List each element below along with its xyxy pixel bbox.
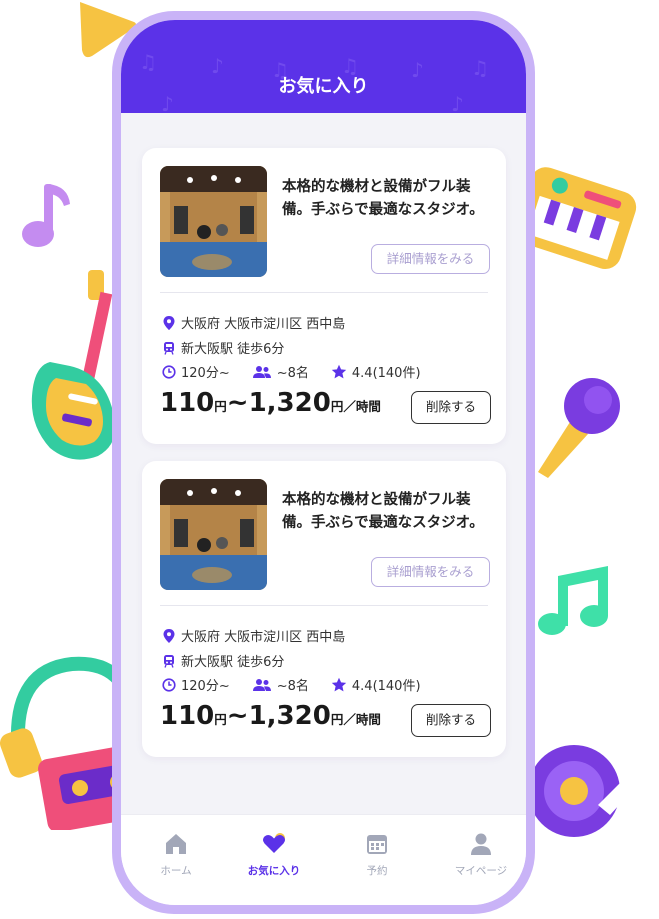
price-separator: ~ — [226, 701, 249, 731]
info-row: 120分~ ~8名 4.4(140件) — [162, 675, 492, 694]
location-row: 大阪府 大阪市淀川区 西中島 — [162, 626, 345, 645]
station-text: 新大阪駅 徒歩6分 — [181, 655, 285, 670]
tab-home[interactable]: ホーム — [136, 831, 216, 878]
clock-icon — [162, 677, 176, 692]
music-note-icon — [22, 184, 70, 247]
price-max: 1,320 — [248, 388, 331, 418]
record-player-icon — [528, 745, 648, 837]
price-unit: 円 — [214, 399, 227, 414]
star-icon — [331, 364, 347, 378]
tab-favorites[interactable]: お気に入り — [234, 831, 314, 878]
user-icon — [471, 833, 491, 855]
header-pattern: ♫ ♪ ♫ ♫ ♪ ♫ ♪ ♪ — [139, 50, 489, 116]
info-row: 120分~ ~8名 4.4(140件) — [162, 362, 492, 381]
studio-description: 本格的な機材と設備がフル装備。手ぶらで最適なスタジオ。 — [282, 179, 484, 218]
divider — [160, 292, 488, 293]
duration-text: 120分~ — [181, 366, 230, 381]
tab-label: お気に入り — [247, 865, 301, 877]
home-icon — [166, 834, 186, 854]
duration-text: 120分~ — [181, 679, 230, 694]
studio-card[interactable]: 本格的な機材と設備がフル装備。手ぶらで最適なスタジオ。 詳細情報をみる 大阪府 … — [142, 461, 506, 757]
page-title: お気に入り — [278, 76, 369, 97]
delete-button[interactable]: 削除する — [411, 391, 491, 424]
price-separator: ~ — [226, 388, 249, 418]
location-text: 大阪府 大阪市淀川区 西中島 — [181, 630, 346, 645]
station-row: 新大阪駅 徒歩6分 — [162, 651, 284, 670]
price-max: 1,320 — [248, 701, 331, 731]
location-pin-icon — [163, 315, 175, 330]
price: 110円~1,320円／時間 — [160, 388, 381, 418]
price-unit: 円 — [214, 712, 227, 727]
location-text: 大阪府 大阪市淀川区 西中島 — [181, 317, 346, 332]
people-icon — [252, 365, 271, 378]
music-note-icon — [538, 566, 608, 635]
studio-thumbnail[interactable] — [160, 166, 267, 277]
capacity-text: ~8名 — [276, 366, 309, 381]
star-icon — [331, 677, 347, 691]
tab-mypage[interactable]: マイページ — [441, 831, 521, 878]
rating-text: 4.4(140件) — [351, 679, 421, 694]
divider — [160, 605, 488, 606]
price-min: 110 — [160, 388, 215, 418]
bottom-tab-bar: ホーム お気に入り 予約 マイページ — [121, 814, 526, 905]
price: 110円~1,320円／時間 — [160, 701, 381, 731]
app-header: ♫ ♪ ♫ ♫ ♪ ♫ ♪ ♪ お気に入り — [121, 20, 526, 116]
phone-frame: ♫ ♪ ♫ ♫ ♪ ♫ ♪ ♪ お気に入り 本格的な機材と設備がフル装備。手ぶら… — [112, 11, 535, 914]
rating-text: 4.4(140件) — [351, 366, 421, 381]
studio-thumbnail[interactable] — [160, 479, 267, 590]
delete-button[interactable]: 削除する — [411, 704, 491, 737]
tab-label: マイページ — [454, 865, 508, 877]
view-details-button[interactable]: 詳細情報をみる — [371, 557, 490, 587]
studio-description: 本格的な機材と設備がフル装備。手ぶらで最適なスタジオ。 — [282, 492, 484, 531]
capacity-text: ~8名 — [276, 679, 309, 694]
station-text: 新大阪駅 徒歩6分 — [181, 342, 285, 357]
app-screen: ♫ ♪ ♫ ♫ ♪ ♫ ♪ ♪ お気に入り 本格的な機材と設備がフル装備。手ぶら… — [121, 20, 526, 905]
station-row: 新大阪駅 徒歩6分 — [162, 338, 284, 357]
calendar-icon — [367, 835, 387, 854]
location-row: 大阪府 大阪市淀川区 西中島 — [162, 313, 345, 332]
people-icon — [252, 678, 271, 691]
microphone-icon — [538, 378, 620, 478]
heart-icon — [263, 833, 285, 853]
tab-label: 予約 — [366, 865, 388, 877]
tab-label: ホーム — [160, 865, 192, 877]
tab-reservation[interactable]: 予約 — [337, 831, 417, 878]
price-per-hour: 円／時間 — [330, 399, 381, 414]
clock-icon — [162, 364, 176, 379]
price-min: 110 — [160, 701, 215, 731]
studio-card[interactable]: 本格的な機材と設備がフル装備。手ぶらで最適なスタジオ。 詳細情報をみる 大阪府 … — [142, 148, 506, 444]
train-icon — [164, 654, 174, 668]
train-icon — [164, 341, 174, 355]
location-pin-icon — [163, 628, 175, 643]
view-details-button[interactable]: 詳細情報をみる — [371, 244, 490, 274]
price-per-hour: 円／時間 — [330, 712, 381, 727]
